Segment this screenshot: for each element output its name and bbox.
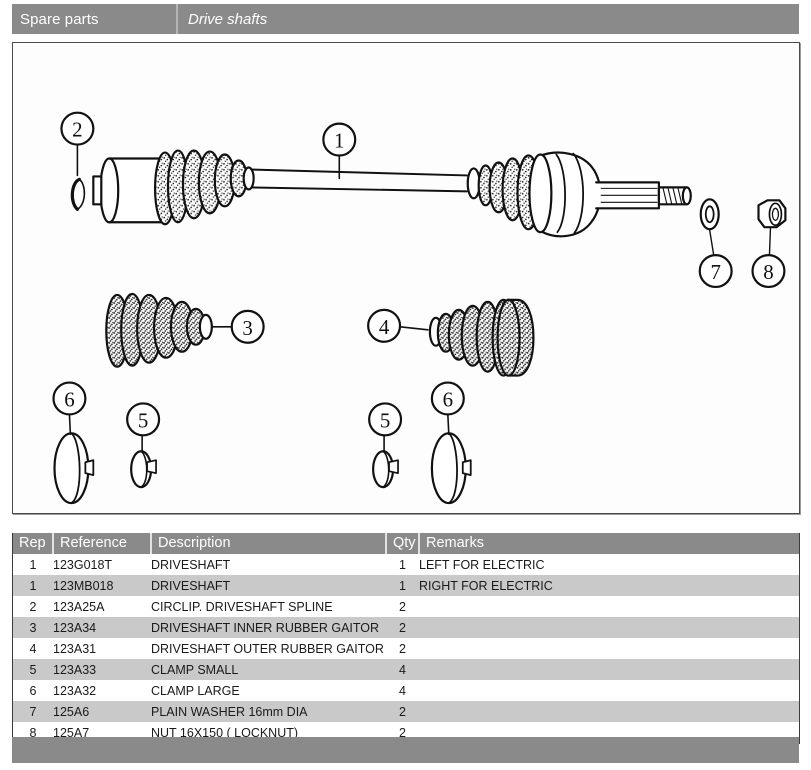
cell-remarks: LEFT FOR ELECTRIC <box>419 554 799 575</box>
cell-qty: 2 <box>386 701 419 722</box>
cell-qty: 4 <box>386 659 419 680</box>
table-row[interactable]: 7 125A6 PLAIN WASHER 16mm DIA 2 <box>13 701 799 722</box>
table-row[interactable]: 6 123A32 CLAMP LARGE 4 <box>13 680 799 701</box>
cell-remarks <box>419 638 799 659</box>
table-row[interactable]: 3 123A34 DRIVESHAFT INNER RUBBER GAITOR 2 <box>13 617 799 638</box>
cell-rep: 7 <box>13 701 53 722</box>
clamp-small-left-illustration <box>130 450 157 489</box>
cell-reference: 123A33 <box>53 659 151 680</box>
cell-reference: 123G018T <box>53 554 151 575</box>
callout-1-number: 1 <box>334 129 344 153</box>
cell-reference: 123A31 <box>53 638 151 659</box>
callout-6-left-number: 6 <box>64 387 74 411</box>
column-header-description: Description <box>151 533 387 554</box>
callout-5-right-number: 5 <box>380 408 390 432</box>
footer-bar <box>12 737 799 763</box>
parts-table-container: Rep Reference Description Qty Remarks 11… <box>12 533 800 744</box>
cell-rep: 5 <box>13 659 53 680</box>
cell-remarks <box>419 596 799 617</box>
cell-rep: 4 <box>13 638 53 659</box>
cell-qty: 2 <box>386 596 419 617</box>
callout-6-right-number: 6 <box>443 387 453 411</box>
cell-description: CLAMP SMALL <box>151 659 386 680</box>
column-header-qty: Qty <box>386 533 420 554</box>
callout-8-number: 8 <box>763 260 773 284</box>
table-header-row: Rep Reference Description Qty Remarks <box>13 533 799 554</box>
cell-reference: 123MB018 <box>53 575 151 596</box>
table-row[interactable]: 1 123MB018 DRIVESHAFT 1 RIGHT FOR ELECTRIC <box>13 575 799 596</box>
callout-4-number: 4 <box>379 315 390 339</box>
parts-table-head: Rep Reference Description Qty Remarks <box>13 533 799 554</box>
table-row[interactable]: 4 123A31 DRIVESHAFT OUTER RUBBER GAITOR 2 <box>13 638 799 659</box>
cell-rep: 6 <box>13 680 53 701</box>
cell-qty: 2 <box>386 638 419 659</box>
cell-qty: 1 <box>386 554 419 575</box>
cell-description: DRIVESHAFT OUTER RUBBER GAITOR <box>151 638 386 659</box>
cell-reference: 123A34 <box>53 617 151 638</box>
cell-reference: 123A32 <box>53 680 151 701</box>
circlip-illustration <box>70 177 86 211</box>
header-spare-parts-label: Spare parts <box>20 10 99 28</box>
cell-description: DRIVESHAFT <box>151 554 386 575</box>
column-header-reference: Reference <box>53 533 152 554</box>
cell-reference: 123A25A <box>53 596 151 617</box>
column-header-remarks: Remarks <box>419 533 799 554</box>
cell-description: CLAMP LARGE <box>151 680 386 701</box>
inner-rubber-gaiter-illustration <box>105 292 213 368</box>
callout-5-left-number: 5 <box>138 408 148 432</box>
cell-description: DRIVESHAFT <box>151 575 386 596</box>
header-section-spare-parts: Spare parts <box>12 4 176 34</box>
cell-qty: 4 <box>386 680 419 701</box>
cell-rep: 2 <box>13 596 53 617</box>
diagram-frame: 1 2 3 4 5 5 6 6 7 8 <box>12 42 800 514</box>
driveshaft-assembly-illustration <box>92 149 692 238</box>
table-row[interactable]: 1 123G018T DRIVESHAFT 1 LEFT FOR ELECTRIC <box>13 554 799 575</box>
callout-4 <box>367 308 429 343</box>
cell-remarks: RIGHT FOR ELECTRIC <box>419 575 799 596</box>
outer-rubber-gaiter-illustration <box>428 298 535 377</box>
header-section-drive-shafts: Drive shafts <box>178 4 799 34</box>
table-row[interactable]: 2 123A25A CIRCLIP. DRIVESHAFT SPLINE 2 <box>13 596 799 617</box>
header-bar: Spare parts Drive shafts <box>12 4 799 34</box>
cell-qty: 1 <box>386 575 419 596</box>
clamp-small-right-illustration <box>372 450 399 489</box>
callout-7-number: 7 <box>710 260 720 284</box>
cell-reference: 125A6 <box>53 701 151 722</box>
cell-description: PLAIN WASHER 16mm DIA <box>151 701 386 722</box>
cell-qty: 2 <box>386 617 419 638</box>
callout-3-number: 3 <box>242 316 252 340</box>
column-header-rep: Rep <box>13 533 54 554</box>
clamp-large-right-illustration <box>430 432 472 505</box>
cell-rep: 1 <box>13 554 53 575</box>
table-row[interactable]: 5 123A33 CLAMP SMALL 4 <box>13 659 799 680</box>
callout-3 <box>212 309 265 344</box>
parts-table-body: 1 123G018T DRIVESHAFT 1 LEFT FOR ELECTRIC 1 12… <box>13 554 799 743</box>
cell-remarks <box>419 680 799 701</box>
cell-description: CIRCLIP. DRIVESHAFT SPLINE <box>151 596 386 617</box>
cell-remarks <box>419 701 799 722</box>
clamp-large-left-illustration <box>53 432 95 505</box>
locknut-illustration <box>757 199 787 229</box>
cell-remarks <box>419 659 799 680</box>
plain-washer-illustration <box>699 198 720 231</box>
callout-2-number: 2 <box>72 118 82 142</box>
header-drive-shafts-label: Drive shafts <box>188 10 268 28</box>
cell-remarks <box>419 617 799 638</box>
driveshaft-exploded-diagram: 1 2 3 4 5 5 6 6 7 8 <box>52 111 787 505</box>
cell-description: DRIVESHAFT INNER RUBBER GAITOR <box>151 617 386 638</box>
parts-table: Rep Reference Description Qty Remarks 11… <box>13 533 799 743</box>
cell-rep: 3 <box>13 617 53 638</box>
cell-rep: 1 <box>13 575 53 596</box>
